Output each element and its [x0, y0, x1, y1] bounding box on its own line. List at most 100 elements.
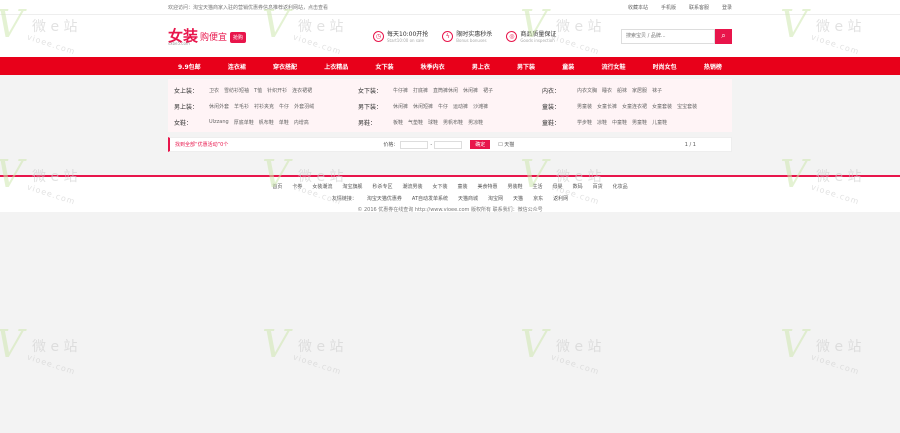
- category-link[interactable]: 内衣文胸: [577, 87, 597, 94]
- search-button[interactable]: ⌕: [715, 28, 732, 44]
- nav-item[interactable]: 9.9包邮: [178, 62, 201, 71]
- filter-bar: 找到全部“优惠活动”0个 价格： - 确定 ☐ 天猫 1 / 1: [168, 137, 732, 152]
- category-link[interactable]: T恤: [254, 87, 262, 94]
- category-link[interactable]: 袜子: [652, 87, 662, 94]
- category-link[interactable]: 休闲裤: [463, 87, 478, 94]
- nav-item[interactable]: 流行女鞋: [601, 62, 625, 71]
- category-link[interactable]: 牛仔: [279, 103, 289, 110]
- footer-link[interactable]: 美食特惠: [478, 183, 498, 190]
- category-link[interactable]: Ulzzang: [209, 119, 229, 125]
- friend-link[interactable]: 淘宝网: [488, 195, 503, 202]
- category-link[interactable]: 牛仔: [438, 103, 448, 110]
- category-link[interactable]: 打底裤: [413, 87, 428, 94]
- nav-item[interactable]: 穿衣搭配: [273, 62, 297, 71]
- category-link[interactable]: 女童长裤: [597, 103, 617, 110]
- nav-item[interactable]: 连衣裙: [228, 62, 246, 71]
- watermark-text: 微 e 站: [32, 339, 78, 355]
- footer-link[interactable]: 男装鞋: [508, 183, 523, 190]
- nav-item[interactable]: 男上衣: [472, 62, 490, 71]
- price-max-input[interactable]: [434, 140, 463, 149]
- category-link[interactable]: 衬衫夹克: [254, 103, 274, 110]
- category-link[interactable]: 休闲短裤: [413, 103, 433, 110]
- category-link[interactable]: 针织开衫: [267, 87, 287, 94]
- category-link[interactable]: 连衣裙裙: [292, 87, 312, 94]
- category-link[interactable]: 卫衣: [209, 87, 219, 94]
- nav-item[interactable]: 童装: [562, 62, 574, 71]
- nav-item[interactable]: 上衣精品: [324, 62, 348, 71]
- footer-link[interactable]: 卡券: [292, 183, 302, 190]
- category-link[interactable]: 家居服: [632, 87, 647, 94]
- category-link[interactable]: 羊毛衫: [234, 103, 249, 110]
- search-input[interactable]: [621, 28, 715, 44]
- category-link[interactable]: 气垫鞋: [408, 119, 423, 126]
- footer-link[interactable]: 秒杀专区: [372, 183, 392, 190]
- footer-link[interactable]: 潮流男装: [402, 183, 422, 190]
- top-link-contact[interactable]: 联系客服: [689, 4, 709, 11]
- footer-link[interactable]: 百货: [593, 183, 603, 190]
- footer-links: 首页 卡券 女装潮流 淘宝旗舰 秒杀专区 潮流男装 女下装 童装 美食特惠 男装…: [0, 183, 900, 190]
- category-link[interactable]: 女童套装: [652, 103, 672, 110]
- footer-link[interactable]: 化妆品: [613, 183, 628, 190]
- friend-link[interactable]: 京东: [533, 195, 543, 202]
- footer-link[interactable]: 淘宝旗舰: [342, 183, 362, 190]
- category-link[interactable]: 直筒裤休闲: [433, 87, 458, 94]
- friend-link[interactable]: 天猫: [513, 195, 523, 202]
- friend-link[interactable]: 返利网: [553, 195, 568, 202]
- top-link-login[interactable]: 登录: [722, 4, 732, 11]
- category-link[interactable]: 板鞋: [393, 119, 403, 126]
- nav-item[interactable]: 时尚女包: [653, 62, 677, 71]
- nav-item[interactable]: 女下装: [375, 62, 393, 71]
- category-link[interactable]: 学步鞋: [577, 119, 592, 126]
- category-link[interactable]: 女童连衣裙: [622, 103, 647, 110]
- top-link-favorite[interactable]: 收藏本站: [628, 4, 648, 11]
- category-row: 女鞋： Ulzzang 厚底单鞋 帆布鞋 单鞋 内增高 男鞋： 板鞋 气垫鞋 球…: [174, 114, 726, 130]
- nav-item[interactable]: 男下装: [517, 62, 535, 71]
- category-link[interactable]: 单鞋: [279, 119, 289, 126]
- category-link[interactable]: 牛仔裤: [393, 87, 408, 94]
- friend-link[interactable]: 淘宝天猫优惠券: [367, 195, 402, 202]
- category-link[interactable]: 厚底单鞋: [234, 119, 254, 126]
- footer-link[interactable]: 首页: [272, 183, 282, 190]
- category-link[interactable]: 运动裤: [453, 103, 468, 110]
- category-link[interactable]: 船袜: [617, 87, 627, 94]
- footer-link[interactable]: 母婴: [553, 183, 563, 190]
- footer-link[interactable]: 女下装: [432, 183, 447, 190]
- category-link[interactable]: 雪纺衫短袖: [224, 87, 249, 94]
- category-link[interactable]: 儿童鞋: [652, 119, 667, 126]
- nav-item[interactable]: 秋季内衣: [421, 62, 445, 71]
- category-title: 内衣：: [542, 87, 561, 95]
- footer-link[interactable]: 生活: [533, 183, 543, 190]
- footer-link[interactable]: 童装: [457, 183, 467, 190]
- category-link[interactable]: 男童装: [577, 103, 592, 110]
- tmall-checkbox[interactable]: ☐ 天猫: [498, 141, 514, 148]
- feature-subtitle: Goods inspection: [520, 38, 555, 43]
- category-link[interactable]: 沙滩裤: [473, 103, 488, 110]
- category-link[interactable]: 帆布鞋: [259, 119, 274, 126]
- category-link[interactable]: 外套羽绒: [294, 103, 314, 110]
- category-link[interactable]: 男凉鞋: [468, 119, 483, 126]
- category-link[interactable]: 宝宝套装: [677, 103, 697, 110]
- category-link[interactable]: 睡衣: [602, 87, 612, 94]
- nav-item[interactable]: 热销榜: [704, 62, 722, 71]
- feature-item: ◷ 每天10:00开抢 Start10:00 on sale: [373, 29, 428, 43]
- top-link-mobile[interactable]: 手机版: [661, 4, 676, 11]
- price-min-input[interactable]: [400, 140, 429, 149]
- friend-link[interactable]: AT自动发单系统: [412, 195, 448, 202]
- category-link[interactable]: 内增高: [294, 119, 309, 126]
- friend-link[interactable]: 天猫商城: [458, 195, 478, 202]
- price-confirm-button[interactable]: 确定: [470, 140, 491, 149]
- footer-link[interactable]: 女装潮流: [312, 183, 332, 190]
- category-link[interactable]: 凉鞋: [597, 119, 607, 126]
- category-link[interactable]: 中童鞋: [612, 119, 627, 126]
- category-link[interactable]: 休闲外套: [209, 103, 229, 110]
- category-link[interactable]: 休闲裤: [393, 103, 408, 110]
- watermark-site: vioee.com: [291, 352, 343, 377]
- category-link[interactable]: 男帆布鞋: [443, 119, 463, 126]
- footer-link[interactable]: 数码: [573, 183, 583, 190]
- search-box: ⌕: [621, 28, 732, 44]
- watermark-site: vioee.com: [809, 352, 861, 377]
- category-link[interactable]: 裙子: [483, 87, 493, 94]
- site-logo[interactable]: 女装 购便宜 抢购 sxbe5.com: [168, 28, 368, 46]
- category-link[interactable]: 男童鞋: [632, 119, 647, 126]
- category-link[interactable]: 球鞋: [428, 119, 438, 126]
